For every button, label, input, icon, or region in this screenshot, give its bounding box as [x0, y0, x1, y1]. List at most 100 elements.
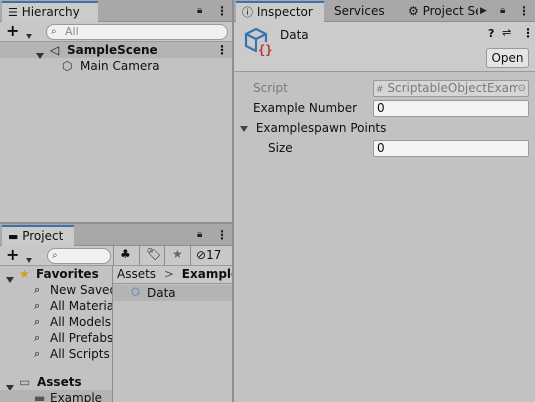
hidden-count: 17 — [206, 248, 222, 262]
breadcrumb-root[interactable]: Assets — [117, 267, 156, 281]
favorites-label: Favorites — [36, 267, 99, 281]
expand-triangle-icon — [240, 121, 248, 135]
kebab-menu-icon[interactable]: ⋮ — [522, 26, 534, 40]
hierarchy-item-label: Main Camera — [80, 59, 160, 73]
inspector-tabbar: ⓘ Inspector Services ⚙ Project Se ▶ 🔒︎ ⋮ — [234, 0, 535, 22]
search-icon: ⌕ — [52, 250, 58, 261]
filter-by-label-icon[interactable]: 🏷︎ — [146, 247, 161, 261]
project-toolbar-sep-2 — [139, 246, 140, 266]
lock-icon[interactable]: 🔒︎ — [500, 0, 505, 22]
project-toolbar: + ⌕ ♣ 🏷︎ ★ ⊘17 — [0, 246, 232, 266]
inspector-header: {} Data ? ⇌ ⋮ Open — [234, 22, 535, 72]
script-file-icon: # — [376, 85, 384, 95]
size-field[interactable]: 0 — [373, 140, 529, 157]
saved-search-icon: ⌕ — [34, 299, 41, 312]
favorite-star-icon[interactable]: ★ — [172, 247, 183, 261]
saved-search-icon: ⌕ — [34, 283, 41, 296]
lock-icon[interactable]: 🔒︎ — [197, 0, 202, 22]
project-tabbar: ▬ Project 🔒︎ ⋮ — [0, 224, 232, 246]
list-item[interactable]: ⌕ All Scripts — [0, 346, 112, 362]
kebab-menu-icon[interactable]: ⋮ — [216, 0, 228, 22]
project-toolbar-sep-1 — [113, 246, 114, 266]
breadcrumb-current[interactable]: Example — [182, 267, 239, 281]
example-number-label: Example Number — [253, 101, 358, 115]
project-search-input[interactable]: ⌕ — [47, 248, 111, 264]
project-toolbar-sep-4 — [190, 246, 191, 266]
favorite-label: All Models — [50, 315, 111, 329]
breadcrumb: Assets > Example — [113, 266, 239, 284]
hierarchy-tabbar: ☰ Hierarchy 🔒︎ ⋮ — [0, 0, 232, 22]
hidden-packages-toggle[interactable]: ⊘17 — [196, 248, 221, 262]
file-label: Data — [147, 286, 176, 300]
list-item[interactable]: ▬ Example — [0, 390, 112, 402]
list-item[interactable]: ⌕ New Saved — [0, 282, 112, 298]
gameobject-cube-icon: ⬡ — [62, 59, 73, 73]
scene-row[interactable]: ◁ SampleScene ⋮ — [0, 42, 232, 59]
tab-services[interactable]: Services — [328, 1, 391, 22]
favorite-label: New Saved — [50, 283, 112, 297]
scene-menu-icon[interactable]: ⋮ — [216, 42, 228, 58]
favorite-label: All Scripts — [50, 347, 110, 361]
star-icon: ★ — [19, 267, 30, 281]
scene-name: SampleScene — [67, 43, 158, 57]
tab-project[interactable]: ▬ Project — [2, 225, 74, 246]
saved-search-icon: ⌕ — [34, 315, 41, 328]
spawn-points-label: Examplespawn Points — [255, 121, 387, 135]
tab-hierarchy-label: Hierarchy — [21, 5, 80, 19]
lock-icon[interactable]: 🔒︎ — [197, 224, 202, 246]
hierarchy-item[interactable]: ⬡ Main Camera — [0, 58, 232, 74]
add-dropdown-icon[interactable] — [26, 253, 32, 267]
project-toolbar-sep-3 — [164, 246, 165, 266]
list-item[interactable]: ⌕ All Models — [0, 314, 112, 330]
presets-icon[interactable]: ⇌ — [502, 26, 511, 39]
eye-slash-icon: ⊘ — [196, 248, 207, 262]
info-icon: ⓘ — [242, 6, 253, 19]
tab-hierarchy[interactable]: ☰ Hierarchy — [2, 1, 98, 22]
list-item[interactable]: ⬡ Data — [113, 285, 232, 301]
saved-search-icon: ⌕ — [34, 331, 41, 344]
size-label: Size — [268, 141, 293, 155]
list-item[interactable]: ⌕ All Materia — [0, 298, 112, 314]
svg-text:{}: {} — [258, 43, 272, 57]
folder-icon: ▬ — [34, 391, 46, 402]
add-button[interactable]: + — [6, 22, 19, 40]
filter-by-type-icon[interactable]: ♣ — [120, 247, 131, 261]
example-number-value: 0 — [377, 101, 385, 115]
assets-label: Assets — [37, 375, 82, 389]
script-field: # ScriptableObjectExam ⊙ — [373, 80, 529, 97]
tab-services-label: Services — [334, 4, 385, 18]
folder-label: Example — [50, 391, 103, 402]
kebab-menu-icon[interactable]: ⋮ — [216, 224, 228, 246]
list-icon: ☰ — [8, 6, 18, 19]
add-dropdown-icon[interactable] — [26, 29, 32, 43]
list-item[interactable]: ⌕ All Prefabs — [0, 330, 112, 346]
object-picker-icon: ⊙ — [517, 81, 526, 96]
scriptable-object-icon: {} — [242, 26, 274, 58]
script-value: ScriptableObjectExam — [387, 81, 521, 95]
folder-open-icon: ▭ — [19, 375, 31, 389]
open-button[interactable]: Open — [486, 48, 529, 68]
open-button-label: Open — [491, 51, 524, 65]
tab-inspector-label: Inspector — [256, 5, 313, 19]
tab-project-settings-label: Project Se — [422, 4, 478, 18]
help-icon[interactable]: ? — [488, 27, 494, 40]
example-number-field[interactable]: 0 — [373, 100, 529, 117]
folder-icon: ▬ — [8, 230, 19, 243]
assets-row[interactable]: ▭ Assets — [0, 374, 112, 391]
folder-tree: ★ Favorites ⌕ New Saved ⌕ All Materia ⌕ … — [0, 266, 112, 402]
tab-overflow-arrow-icon[interactable]: ▶ — [480, 0, 487, 22]
script-label: Script — [253, 81, 288, 95]
add-button[interactable]: + — [6, 246, 19, 264]
kebab-menu-icon[interactable]: ⋮ — [518, 0, 530, 22]
inspector-panel: ⓘ Inspector Services ⚙ Project Se ▶ 🔒︎ ⋮… — [234, 0, 535, 402]
hierarchy-search-input[interactable]: ⌕ All — [46, 24, 228, 40]
spawn-points-foldout[interactable]: Examplespawn Points — [240, 121, 386, 135]
size-value: 0 — [377, 141, 385, 155]
asset-title: Data — [280, 28, 309, 42]
gear-icon: ⚙ — [408, 4, 419, 18]
favorite-label: All Prefabs — [50, 331, 112, 345]
tab-inspector[interactable]: ⓘ Inspector — [236, 1, 324, 22]
favorites-row[interactable]: ★ Favorites — [0, 266, 112, 283]
tab-project-settings[interactable]: ⚙ Project Se — [402, 1, 478, 22]
breadcrumb-separator: > — [163, 267, 174, 281]
